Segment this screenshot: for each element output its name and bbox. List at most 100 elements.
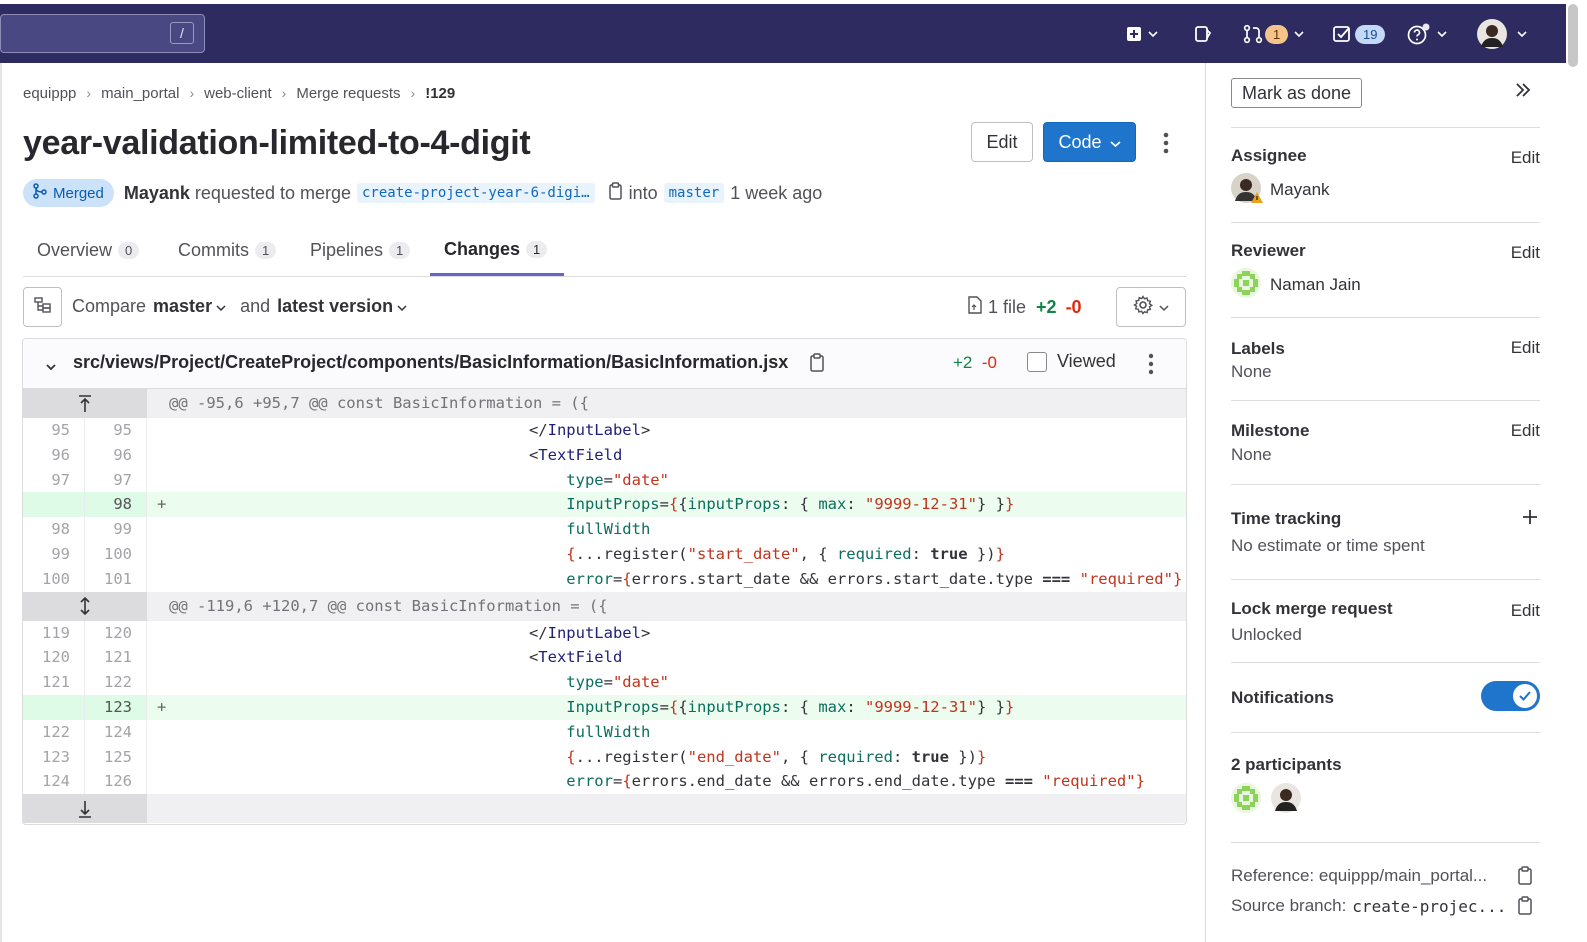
- old-line-number[interactable]: 123: [23, 744, 85, 770]
- old-line-number[interactable]: 97: [23, 467, 85, 493]
- participant-avatar[interactable]: [1271, 783, 1301, 818]
- copy-source-branch-icon[interactable]: [1517, 896, 1533, 921]
- compare-head-dropdown[interactable]: latest version: [277, 296, 393, 317]
- page-scrollbar-thumb[interactable]: [1568, 4, 1578, 67]
- compare-label: Compare: [72, 296, 147, 316]
- copy-reference-icon[interactable]: [1517, 866, 1533, 891]
- user-menu-button[interactable]: [1477, 18, 1527, 50]
- author-name[interactable]: Mayank: [124, 183, 190, 204]
- old-line-number[interactable]: 120: [23, 645, 85, 671]
- old-line-number[interactable]: 98: [23, 517, 85, 542]
- breadcrumb-item-group[interactable]: equippp: [23, 85, 76, 102]
- add-time-plus-icon[interactable]: [1522, 509, 1538, 530]
- old-line-number[interactable]: 99: [23, 541, 85, 567]
- time-tracking-heading: Time tracking: [1231, 509, 1342, 528]
- tab-label: Changes: [444, 238, 521, 259]
- mark-as-done-button[interactable]: Mark as done: [1231, 78, 1362, 108]
- reviewer-edit-link[interactable]: Edit: [1511, 243, 1540, 263]
- new-line-number[interactable]: 98: [85, 492, 147, 518]
- breadcrumb-item-subgroup[interactable]: main_portal: [101, 85, 179, 102]
- diff-line: 98 99 fullWidth: [23, 517, 1186, 542]
- copy-file-path-icon[interactable]: [809, 353, 825, 378]
- page-scrollbar-track[interactable]: [1566, 0, 1587, 942]
- new-line-number[interactable]: 120: [85, 620, 147, 646]
- diff-line-added: 98 + InputProps={{inputProps: { max: "999…: [23, 492, 1186, 518]
- expand-both-icon[interactable]: [23, 591, 147, 621]
- tab-changes[interactable]: Changes 1: [430, 225, 564, 276]
- new-line-number[interactable]: 97: [85, 467, 147, 493]
- participant-avatar[interactable]: [1231, 783, 1261, 818]
- expand-down-icon[interactable]: [23, 794, 147, 824]
- checkbox-box[interactable]: [1027, 351, 1047, 372]
- target-branch-link[interactable]: master: [663, 183, 725, 203]
- tab-overview[interactable]: Overview 0: [23, 225, 153, 276]
- requested-text: requested to merge: [194, 182, 351, 203]
- new-line-number[interactable]: 101: [85, 566, 147, 592]
- line-code: type="date": [566, 673, 669, 692]
- old-line-number[interactable]: [23, 694, 85, 720]
- new-line-number[interactable]: 122: [85, 670, 147, 695]
- old-line-number[interactable]: 100: [23, 566, 85, 592]
- into-text: into: [628, 182, 658, 203]
- reviewer-avatar[interactable]: [1231, 268, 1261, 303]
- search-input[interactable]: /: [0, 14, 205, 53]
- diff-settings-button[interactable]: [1116, 287, 1186, 327]
- assignee-edit-link[interactable]: Edit: [1511, 148, 1540, 168]
- old-line-number[interactable]: [23, 492, 85, 518]
- merge-requests-button[interactable]: 1: [1243, 18, 1304, 50]
- edit-button[interactable]: Edit: [971, 122, 1033, 162]
- new-line-number[interactable]: 96: [85, 442, 147, 468]
- old-line-number[interactable]: 119: [23, 620, 85, 646]
- expand-up-icon[interactable]: [23, 389, 147, 418]
- reviewer-name[interactable]: Naman Jain: [1270, 275, 1361, 295]
- breadcrumb-item-current[interactable]: !129: [425, 85, 455, 102]
- merge-request-meta: Merged Mayank requested to merge create-…: [23, 178, 822, 208]
- milestone-edit-link[interactable]: Edit: [1511, 421, 1540, 441]
- breadcrumb-item-project[interactable]: web-client: [204, 85, 272, 102]
- diff-line-added: 123 + InputProps={{inputProps: { max: "99…: [23, 694, 1186, 720]
- code-dropdown-button[interactable]: Code: [1043, 122, 1136, 162]
- old-line-number[interactable]: 124: [23, 769, 85, 795]
- source-branch-link[interactable]: create-project-year-6-digi…: [357, 183, 595, 203]
- chevron-down-icon[interactable]: [216, 296, 226, 317]
- viewed-checkbox[interactable]: Viewed: [1027, 351, 1116, 372]
- file-path[interactable]: src/views/Project/CreateProject/componen…: [73, 352, 788, 373]
- tab-pipelines[interactable]: Pipelines 1: [296, 225, 424, 276]
- chevron-down-icon[interactable]: [397, 296, 407, 317]
- file-tree-toggle-button[interactable]: [23, 287, 62, 327]
- new-line-number[interactable]: 100: [85, 541, 147, 567]
- old-line-number[interactable]: 95: [23, 418, 85, 443]
- new-line-number[interactable]: 125: [85, 744, 147, 770]
- old-line-number[interactable]: 121: [23, 670, 85, 695]
- collapse-sidebar-icon[interactable]: [1514, 81, 1532, 104]
- breadcrumb-item-merge-requests[interactable]: Merge requests: [296, 85, 400, 102]
- file-doc-icon: [968, 296, 982, 319]
- file-options-kebab-icon[interactable]: [1141, 351, 1161, 382]
- new-line-number[interactable]: 124: [85, 719, 147, 745]
- line-code: </InputLabel>: [305, 421, 651, 439]
- notifications-toggle[interactable]: [1481, 681, 1540, 711]
- more-actions-kebab-icon[interactable]: [1156, 128, 1176, 158]
- create-new-button[interactable]: [1126, 18, 1158, 50]
- new-line-number[interactable]: 95: [85, 418, 147, 443]
- todos-button[interactable]: 19: [1333, 18, 1386, 50]
- compare-base-dropdown[interactable]: master: [153, 296, 212, 317]
- issues-button[interactable]: [1194, 18, 1212, 50]
- help-button[interactable]: [1407, 18, 1447, 50]
- source-branch-label: Source branch:: [1231, 896, 1347, 915]
- new-line-number[interactable]: 99: [85, 517, 147, 542]
- old-line-number[interactable]: 96: [23, 442, 85, 468]
- tab-commits[interactable]: Commits 1: [164, 225, 290, 276]
- new-line-number[interactable]: 123: [85, 694, 147, 720]
- copy-branch-icon[interactable]: [607, 181, 623, 205]
- collapse-chevron-icon[interactable]: [45, 357, 57, 377]
- lock-edit-link[interactable]: Edit: [1511, 601, 1540, 621]
- new-line-number[interactable]: 126: [85, 769, 147, 795]
- new-line-number[interactable]: 121: [85, 645, 147, 671]
- assignee-name[interactable]: Mayank: [1270, 180, 1330, 200]
- lock-heading: Lock merge request: [1231, 599, 1393, 618]
- old-line-number[interactable]: 122: [23, 719, 85, 745]
- labels-edit-link[interactable]: Edit: [1511, 338, 1540, 358]
- diff-line: 122 124 fullWidth: [23, 719, 1186, 745]
- assignee-avatar[interactable]: [1231, 173, 1263, 210]
